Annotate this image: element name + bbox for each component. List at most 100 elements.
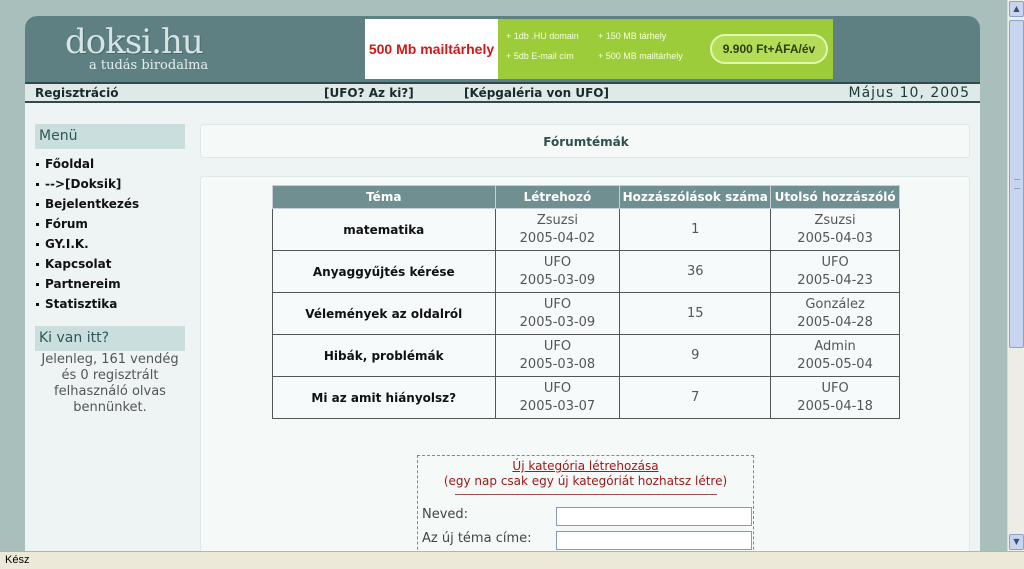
- bullet-icon: [36, 222, 39, 226]
- sidebar-item-partners[interactable]: Partnereim: [35, 274, 139, 294]
- last-post-date: 2005-04-23: [797, 272, 873, 288]
- scroll-thumb[interactable]: [1009, 20, 1024, 348]
- sidebar-item-docs[interactable]: -->[Doksik]: [35, 174, 139, 194]
- topic-link[interactable]: matematika: [272, 208, 496, 251]
- scroll-up-icon[interactable]: ▲: [1009, 1, 1024, 17]
- sidebar-item-label: GY.I.K.: [45, 237, 89, 251]
- forum-topics-table: Téma Létrehozó Hozzászólások száma Utols…: [272, 185, 900, 419]
- divider: [454, 494, 717, 495]
- sidebar-item-label: Bejelentkezés: [45, 197, 140, 211]
- created-date: 2005-03-08: [519, 356, 596, 372]
- creator-cell: UFO 2005-03-07: [494, 376, 621, 419]
- banner-headline: 500 Mb mailtárhely: [365, 19, 498, 79]
- forum-title: Fórumtémák: [543, 135, 629, 149]
- table-row[interactable]: Anyaggyűjtés kérése UFO 2005-03-09 36 UFO…: [272, 250, 900, 293]
- table-row[interactable]: Vélemények az oldalról UFO 2005-03-09 15 …: [272, 292, 900, 335]
- sidebar-item-faq[interactable]: GY.I.K.: [35, 234, 139, 254]
- topic-link[interactable]: Anyaggyűjtés kérése: [272, 250, 496, 293]
- last-poster-cell: UFO 2005-04-18: [770, 376, 900, 419]
- banner-feature: + 500 MB mailtárhely: [598, 51, 683, 61]
- sidebar-item-label: Partnereim: [45, 277, 121, 291]
- created-date: 2005-04-02: [519, 230, 596, 246]
- sidebar-item-home[interactable]: Főoldal: [35, 154, 139, 174]
- bullet-icon: [36, 202, 39, 206]
- post-count-cell: 7: [619, 376, 772, 419]
- sidebar-item-label: -->[Doksik]: [45, 177, 122, 191]
- ad-banner[interactable]: 500 Mb mailtárhely + 1db .HU domain + 15…: [365, 19, 833, 79]
- sidebar-menu: Főoldal -->[Doksik] Bejelentkezés Fórum …: [35, 154, 139, 314]
- logo-main-text: doksi.hu: [65, 22, 204, 62]
- forum-header-box: Fórumtémák: [200, 124, 970, 158]
- bullet-icon: [36, 182, 39, 186]
- bullet-icon: [36, 262, 39, 266]
- new-category-form: Új kategória létrehozása (egy nap csak e…: [417, 455, 754, 551]
- sidebar-item-label: Főoldal: [45, 157, 95, 171]
- created-date: 2005-03-09: [519, 272, 596, 288]
- forum-panel: Téma Létrehozó Hozzászólások száma Utols…: [200, 176, 970, 551]
- last-poster-name: González: [805, 296, 865, 312]
- bullet-icon: [36, 282, 39, 286]
- who-online-text: Jelenleg, 161 vendég és 0 regisztrált fe…: [41, 352, 179, 415]
- current-date: Május 10, 2005: [848, 85, 970, 101]
- ufo-gallery-link[interactable]: [Képgaléria von UFO]: [464, 86, 609, 100]
- last-poster-name: UFO: [821, 380, 849, 396]
- creator-name: UFO: [543, 338, 572, 354]
- topic-title-input[interactable]: [556, 531, 752, 550]
- vertical-scrollbar[interactable]: ▲ ▼: [1007, 0, 1024, 551]
- creator-name: UFO: [543, 254, 572, 270]
- status-bar: Kész: [0, 551, 1024, 569]
- banner-feature: + 150 MB tárhely: [598, 31, 667, 41]
- banner-price: 9.900 Ft+ÁFA/év: [710, 34, 828, 64]
- sidebar-item-stats[interactable]: Statisztika: [35, 294, 139, 314]
- post-count-cell: 1: [619, 208, 772, 251]
- post-count-cell: 36: [619, 250, 772, 293]
- ufo-about-link[interactable]: [UFO? Az ki?]: [324, 86, 414, 100]
- topic-link[interactable]: Vélemények az oldalról: [272, 292, 496, 335]
- sidebar-item-label: Fórum: [45, 217, 88, 231]
- creator-cell: UFO 2005-03-09: [494, 250, 621, 293]
- table-header-row: Téma Létrehozó Hozzászólások száma Utols…: [272, 185, 900, 209]
- last-poster-cell: Admin 2005-05-04: [770, 334, 900, 377]
- column-header-topic: Téma: [272, 185, 496, 209]
- who-online-heading: Ki van itt?: [35, 326, 185, 351]
- last-post-date: 2005-04-28: [797, 314, 873, 330]
- topic-link[interactable]: Hibák, problémák: [272, 334, 496, 377]
- sidebar-item-contact[interactable]: Kapcsolat: [35, 254, 139, 274]
- sidebar-item-label: Statisztika: [45, 297, 118, 311]
- new-category-link[interactable]: Új kategória létrehozása: [418, 459, 753, 473]
- register-link[interactable]: Regisztráció: [35, 86, 118, 100]
- post-count-cell: 15: [619, 292, 772, 335]
- topic-link[interactable]: Mi az amit hiányolsz?: [272, 376, 496, 419]
- creator-cell: Zsuzsi 2005-04-02: [494, 208, 621, 251]
- created-date: 2005-03-09: [519, 314, 596, 330]
- last-poster-cell: Zsuzsi 2005-04-03: [770, 208, 900, 251]
- sidebar-item-label: Kapcsolat: [45, 257, 112, 271]
- table-row[interactable]: Hibák, problémák UFO 2005-03-08 9 Admin 20…: [272, 334, 900, 377]
- topic-title-row: Az új téma címe:: [422, 531, 752, 551]
- topic-title-label: Az új téma címe:: [422, 531, 532, 546]
- sidebar-item-forum[interactable]: Fórum: [35, 214, 139, 234]
- creator-cell: UFO 2005-03-08: [494, 334, 621, 377]
- site-header: doksi.hu a tudás birodalma 500 Mb mailtá…: [25, 16, 980, 82]
- creator-name: UFO: [543, 296, 572, 312]
- menu-heading: Menü: [35, 124, 185, 149]
- bullet-icon: [36, 162, 39, 166]
- column-header-creator: Létrehozó: [494, 185, 621, 209]
- last-post-date: 2005-04-03: [797, 230, 873, 246]
- sidebar-item-login[interactable]: Bejelentkezés: [35, 194, 139, 214]
- last-post-date: 2005-05-04: [797, 356, 873, 372]
- last-post-date: 2005-04-18: [797, 398, 873, 414]
- banner-offer: + 1db .HU domain + 150 MB tárhely + 5db …: [498, 19, 833, 79]
- last-poster-cell: González 2005-04-28: [770, 292, 900, 335]
- last-poster-name: Zsuzsi: [814, 212, 856, 228]
- last-poster-cell: UFO 2005-04-23: [770, 250, 900, 293]
- name-input[interactable]: [556, 507, 752, 526]
- name-row: Neved:: [422, 507, 752, 527]
- table-row[interactable]: matematika Zsuzsi 2005-04-02 1 Zsuzsi 2005…: [272, 208, 900, 251]
- creator-name: Zsuzsi: [536, 212, 579, 228]
- scroll-down-icon[interactable]: ▼: [1009, 534, 1024, 550]
- name-label: Neved:: [422, 507, 469, 522]
- site-logo[interactable]: doksi.hu a tudás birodalma: [65, 22, 208, 73]
- logo-tagline: a tudás birodalma: [89, 58, 209, 73]
- table-row[interactable]: Mi az amit hiányolsz? UFO 2005-03-07 7 UF…: [272, 376, 900, 419]
